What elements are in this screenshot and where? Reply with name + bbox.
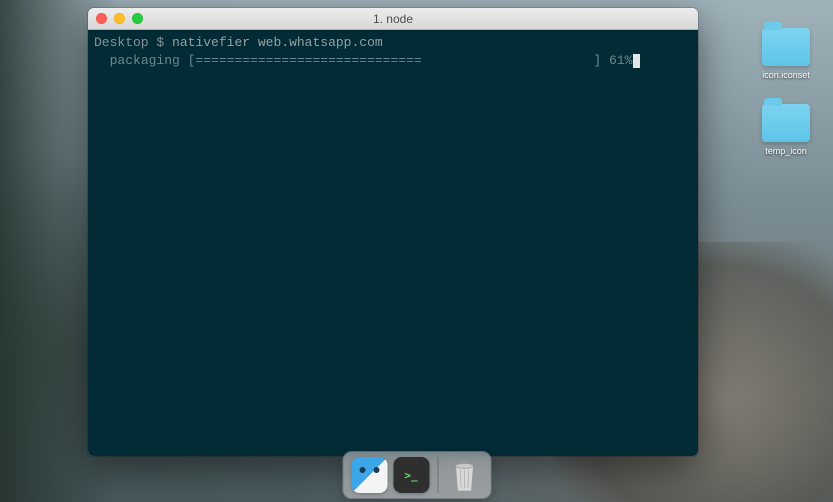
dock-finder-icon[interactable] [351, 457, 387, 493]
folder-icon [762, 28, 810, 66]
desktop-icon-label: icon.iconset [757, 70, 815, 80]
prompt-path: Desktop [94, 35, 149, 50]
desktop-folder-temp-icon[interactable]: temp_icon [757, 104, 815, 156]
terminal-cursor [633, 54, 640, 68]
terminal-glyph: >_ [404, 469, 417, 482]
dock[interactable]: >_ [343, 452, 490, 498]
maximize-button[interactable] [132, 13, 143, 24]
window-title: 1. node [88, 12, 698, 26]
window-titlebar[interactable]: 1. node [88, 8, 698, 30]
desktop-folder-icon-iconset[interactable]: icon.iconset [757, 28, 815, 80]
desktop-icon-label: temp_icon [757, 146, 815, 156]
minimize-button[interactable] [114, 13, 125, 24]
prompt-symbol: $ [156, 35, 164, 50]
progress-bar-close: ] [593, 53, 601, 68]
dock-terminal-icon[interactable]: >_ [393, 457, 429, 493]
traffic-lights [96, 13, 143, 24]
command-text: nativefier web.whatsapp.com [172, 35, 383, 50]
close-button[interactable] [96, 13, 107, 24]
dock-separator [437, 457, 438, 493]
progress-percent: 61% [609, 53, 632, 68]
dock-trash-icon[interactable] [446, 457, 482, 493]
terminal-window[interactable]: 1. node Desktop $ nativefier web.whatsap… [88, 8, 698, 456]
terminal-progress-line: packaging [=============================… [94, 52, 692, 70]
progress-label: packaging [110, 53, 180, 68]
terminal-prompt-line: Desktop $ nativefier web.whatsapp.com [94, 34, 692, 52]
folder-icon [762, 104, 810, 142]
terminal-body[interactable]: Desktop $ nativefier web.whatsapp.com pa… [88, 30, 698, 456]
trash-icon [449, 458, 479, 492]
progress-bar-fill: ============================= [195, 53, 421, 68]
